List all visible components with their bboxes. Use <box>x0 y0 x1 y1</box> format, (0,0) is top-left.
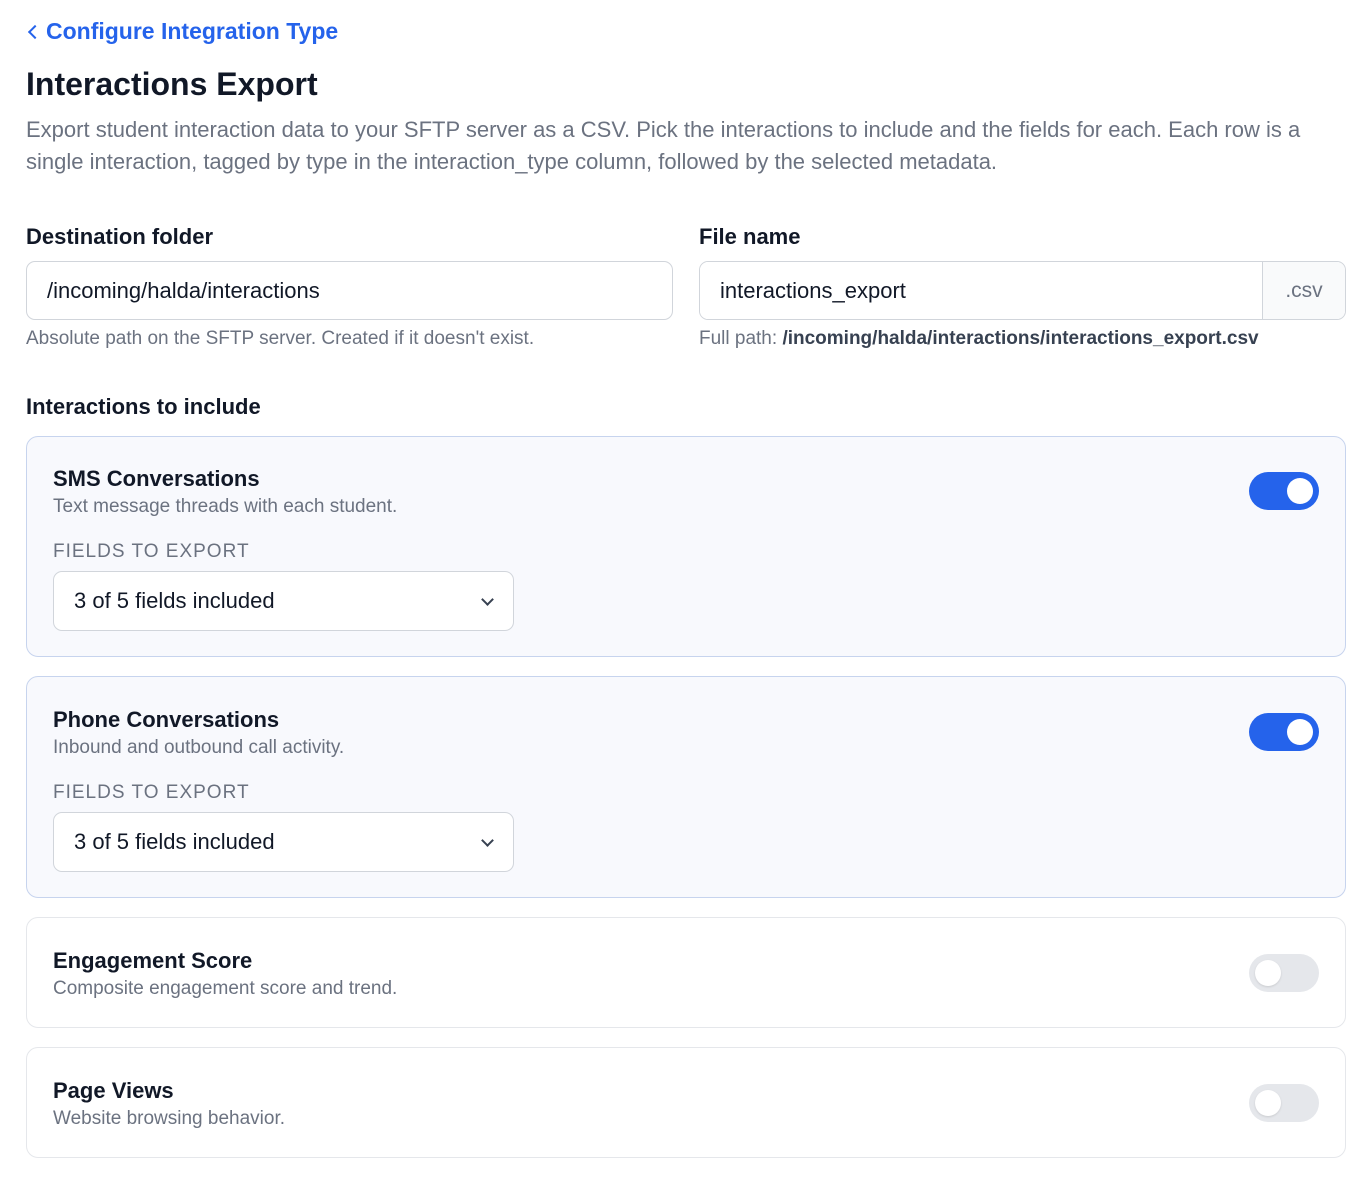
interaction-description: Text message threads with each student. <box>53 496 398 517</box>
toggle-knob <box>1287 719 1313 745</box>
phone-fields-dropdown[interactable]: 3 of 5 fields included <box>53 812 514 872</box>
interaction-title: Phone Conversations <box>53 707 280 732</box>
toggle-knob <box>1255 960 1281 986</box>
file-name-input[interactable] <box>700 262 1262 319</box>
toggle-knob <box>1287 478 1313 504</box>
file-name-group: .csv <box>699 261 1346 320</box>
destination-folder-label: Destination folder <box>26 224 214 249</box>
full-path-help: Full path: /incoming/halda/interactions/… <box>699 326 1259 352</box>
interaction-card-engagement: Engagement Score Composite engagement sc… <box>26 917 1346 1028</box>
interaction-card-page-views: Page Views Website browsing behavior. <box>26 1047 1346 1158</box>
interaction-card-phone: Phone Conversations Inbound and outbound… <box>26 676 1346 898</box>
chevron-down-icon <box>481 836 493 848</box>
file-name-label: File name <box>699 224 801 249</box>
fields-to-export-label: FIELDS TO EXPORT <box>53 782 250 803</box>
destination-folder-help: Absolute path on the SFTP server. Create… <box>26 328 535 349</box>
sms-fields-dropdown[interactable]: 3 of 5 fields included <box>53 571 514 631</box>
chevron-down-icon <box>481 595 493 607</box>
interaction-title: Engagement Score <box>53 948 253 973</box>
interactions-section-label: Interactions to include <box>26 394 261 419</box>
dropdown-value: 3 of 5 fields included <box>74 588 275 613</box>
interaction-description: Website browsing behavior. <box>53 1108 285 1129</box>
engagement-toggle[interactable] <box>1249 954 1319 992</box>
interaction-title: Page Views <box>53 1078 174 1103</box>
back-link-label: Configure Integration Type <box>46 18 339 44</box>
file-extension-suffix: .csv <box>1262 262 1345 319</box>
sms-toggle[interactable] <box>1249 472 1319 510</box>
back-link[interactable]: Configure Integration Type <box>26 16 338 46</box>
interaction-description: Composite engagement score and trend. <box>53 978 398 999</box>
page-title: Interactions Export <box>26 66 318 102</box>
interaction-card-sms: SMS Conversations Text message threads w… <box>26 436 1346 657</box>
fields-to-export-label: FIELDS TO EXPORT <box>53 541 250 562</box>
page-description: Export student interaction data to your … <box>26 117 1301 174</box>
toggle-knob <box>1255 1090 1281 1116</box>
page-views-toggle[interactable] <box>1249 1084 1319 1122</box>
phone-toggle[interactable] <box>1249 713 1319 751</box>
interaction-title: SMS Conversations <box>53 466 260 491</box>
interaction-description: Inbound and outbound call activity. <box>53 737 345 758</box>
full-path-prefix: Full path: <box>699 328 778 349</box>
dropdown-value: 3 of 5 fields included <box>74 829 275 854</box>
full-path-value: /incoming/halda/interactions/interaction… <box>782 328 1259 349</box>
chevron-left-icon <box>26 16 40 46</box>
destination-folder-input[interactable] <box>26 261 673 320</box>
